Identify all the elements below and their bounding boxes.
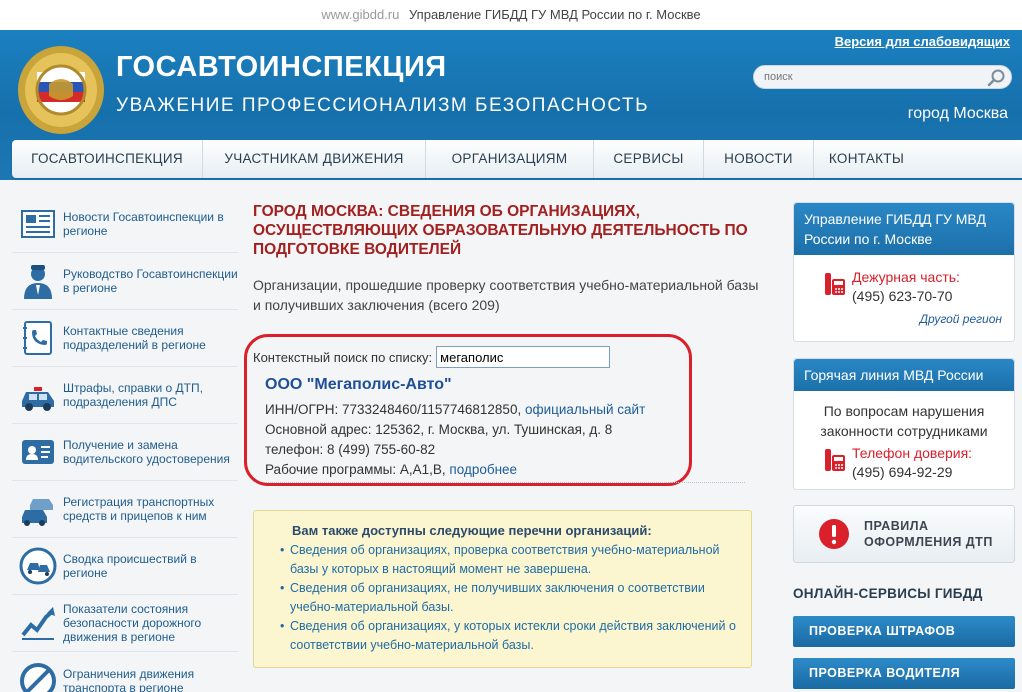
- nav-organizations[interactable]: ОРГАНИЗАЦИЯМ: [426, 140, 594, 178]
- nav-services[interactable]: СЕРВИСЫ: [594, 140, 704, 178]
- intro-text: Организации, прошедшие проверку соответс…: [253, 277, 759, 313]
- org-more-link[interactable]: подробнее: [449, 462, 517, 477]
- sidebar-item-license[interactable]: Получение и замена водительского удостов…: [12, 424, 238, 481]
- main-content: ГОРОД МОСКВА: СВЕДЕНИЯ ОБ ОРГАНИЗАЦИЯХ, …: [253, 202, 763, 315]
- crash-icon: [19, 547, 57, 585]
- sidebar-item-contacts[interactable]: Контактные сведения подразделений в реги…: [12, 310, 238, 367]
- brand-title[interactable]: ГОСАВТОИНСПЕКЦИЯ: [116, 51, 447, 84]
- low-vision-link[interactable]: Версия для слабовидящих: [835, 34, 1010, 49]
- search-icon[interactable]: [987, 68, 1007, 88]
- sidebar-item-restrictions[interactable]: Ограничения движения транспорта в регион…: [12, 652, 238, 692]
- sidebar-item-label: Ограничения движения транспорта в регион…: [63, 666, 195, 692]
- sidebar-item-incidents[interactable]: Сводка происшествий в регионе: [12, 538, 238, 595]
- note-link-pending[interactable]: Сведения об организациях, проверка соотв…: [280, 541, 751, 579]
- nav-contacts[interactable]: КОНТАКТЫ: [814, 140, 919, 178]
- license-card-icon: [22, 440, 54, 464]
- check-fines-button[interactable]: ПРОВЕРКА ШТРАФОВ: [793, 616, 1015, 647]
- other-lists-note: Вам также доступны следующие перечни орг…: [253, 510, 752, 668]
- org-name: ООО "Мегаполис-Авто": [265, 376, 452, 393]
- phonebook-icon: [23, 321, 52, 355]
- duty-phone: (495) 623-70-70: [852, 288, 953, 304]
- nav-participants[interactable]: УЧАСТНИКАМ ДВИЖЕНИЯ: [203, 140, 426, 178]
- note-title: Вам также доступны следующие перечни орг…: [292, 523, 652, 538]
- note-list: Сведения об организациях, проверка соотв…: [280, 541, 751, 655]
- sidebar-item-fines[interactable]: Штрафы, справки о ДТП, подразделения ДПС: [12, 367, 238, 424]
- context-search: Контекстный поиск по списку:: [253, 346, 611, 368]
- sidebar-item-label: Руководство Госавтоинспекции в регионе: [63, 267, 238, 295]
- hotline-card: Горячая линия МВД России По вопросам нар…: [793, 358, 1015, 490]
- check-driver-button[interactable]: ПРОВЕРКА ВОДИТЕЛЯ: [793, 658, 1015, 689]
- org-inn-line: ИНН/ОГРН: 7733248460/1157746812850, офиц…: [265, 400, 695, 420]
- sidebar-item-label: Штрафы, справки о ДТП, подразделения ДПС: [63, 381, 203, 409]
- site-url[interactable]: www.gibdd.ru: [321, 7, 399, 22]
- police-car-icon: [22, 387, 54, 411]
- nav-gosavtoinspektsiya[interactable]: ГОСАВТОИНСПЕКЦИЯ: [12, 140, 203, 178]
- trust-phone-row: Телефон доверия: (495) 694-92-29: [824, 445, 1014, 480]
- accident-rules-button[interactable]: ПРАВИЛА ОФОРМЛЕНИЯ ДТП: [793, 505, 1015, 563]
- gibdd-emblem-icon[interactable]: [16, 44, 106, 136]
- sidebar-item-label: Показатели состояния безопасности дорожн…: [63, 602, 202, 644]
- online-services-title: ОНЛАЙН-СЕРВИСЫ ГИБДД: [793, 586, 983, 601]
- sidebar-item-label: Контактные сведения подразделений в реги…: [63, 324, 206, 352]
- phone-icon: [825, 273, 845, 295]
- context-search-label: Контекстный поиск по списку:: [253, 349, 433, 365]
- org-result: ООО "Мегаполис-Авто" ИНН/ОГРН: 773324846…: [265, 376, 695, 480]
- duty-phone-row: Дежурная часть: (495) 623-70-70: [824, 269, 1014, 304]
- hotline-card-title[interactable]: Горячая линия МВД России: [794, 359, 1014, 391]
- org-address: Основной адрес: 125362, г. Москва, ул. Т…: [265, 422, 613, 437]
- note-link-expired[interactable]: Сведения об организациях, у которых исте…: [280, 617, 751, 655]
- officer-icon: [24, 265, 52, 299]
- main-nav: ГОСАВТОИНСПЕКЦИЯ УЧАСТНИКАМ ДВИЖЕНИЯ ОРГ…: [12, 140, 1022, 178]
- chart-icon: [21, 607, 55, 640]
- note-link-not-received[interactable]: Сведения об организациях, не получивших …: [280, 579, 751, 617]
- brand-slogan: УВАЖЕНИЕ ПРОФЕССИОНАЛИЗМ БЕЗОПАСНОСТЬ: [116, 95, 650, 116]
- sidebar-item-label: Регистрация транспортных средств и прице…: [63, 495, 215, 523]
- search-input[interactable]: [754, 66, 974, 88]
- sidebar-item-registration[interactable]: Регистрация транспортных средств и прице…: [12, 481, 238, 538]
- trust-phone: (495) 694-92-29: [852, 464, 953, 480]
- hotline-text: По вопросам нарушения законности сотрудн…: [820, 403, 988, 439]
- org-programs-line: Рабочие программы: А,А1,В, подробнее: [265, 460, 695, 480]
- newspaper-icon: [21, 210, 55, 238]
- sidebar-item-news[interactable]: Новости Госавтоинспекции в регионе: [12, 196, 238, 253]
- city-label: город Москва: [907, 105, 1008, 122]
- cars-icon: [22, 499, 53, 526]
- duty-label: Дежурная часть:: [852, 269, 960, 285]
- trust-label: Телефон доверия:: [852, 445, 973, 461]
- alert-icon: [819, 519, 849, 549]
- sidebar-item-safety-stats[interactable]: Показатели состояния безопасности дорожн…: [12, 595, 238, 652]
- sidebar-item-label: Сводка происшествий в регионе: [63, 552, 197, 580]
- nav-news[interactable]: НОВОСТИ: [704, 140, 814, 178]
- page-title: ГОРОД МОСКВА: СВЕДЕНИЯ ОБ ОРГАНИЗАЦИЯХ, …: [253, 203, 748, 258]
- org-site-link[interactable]: официальный сайт: [525, 402, 645, 417]
- rules-line2: ОФОРМЛЕНИЯ ДТП: [864, 535, 993, 549]
- no-entry-icon: [20, 662, 56, 692]
- top-source-line: www.gibdd.ru Управление ГИБДД ГУ МВД Рос…: [0, 0, 1022, 30]
- context-search-input[interactable]: [436, 346, 611, 368]
- org-inn: ИНН/ОГРН: 7733248460/1157746812850,: [265, 402, 522, 417]
- sidebar-item-leadership[interactable]: Руководство Госавтоинспекции в регионе: [12, 253, 238, 310]
- org-phone: телефон: 8 (499) 755-60-82: [265, 442, 436, 457]
- rules-line1: ПРАВИЛА: [864, 519, 929, 533]
- divider: [265, 482, 745, 483]
- accident-rules-label: ПРАВИЛА ОФОРМЛЕНИЯ ДТП: [864, 518, 993, 550]
- org-programs: Рабочие программы: А,А1,В,: [265, 462, 446, 477]
- search-box: [753, 65, 1012, 89]
- sidebar-item-label: Получение и замена водительского удостов…: [63, 438, 230, 466]
- left-sidebar: Новости Госавтоинспекции в регионе Руков…: [12, 196, 238, 692]
- sidebar-item-label: Новости Госавтоинспекции в регионе: [63, 210, 224, 238]
- gibdd-contact-card: Управление ГИБДД ГУ МВД России по г. Мос…: [793, 202, 1015, 342]
- other-region-link[interactable]: Другой регион: [794, 312, 1002, 326]
- gibdd-card-title[interactable]: Управление ГИБДД ГУ МВД России по г. Мос…: [794, 203, 1014, 255]
- site-title: Управление ГИБДД ГУ МВД России по г. Мос…: [409, 7, 701, 22]
- phone-icon: [825, 449, 845, 471]
